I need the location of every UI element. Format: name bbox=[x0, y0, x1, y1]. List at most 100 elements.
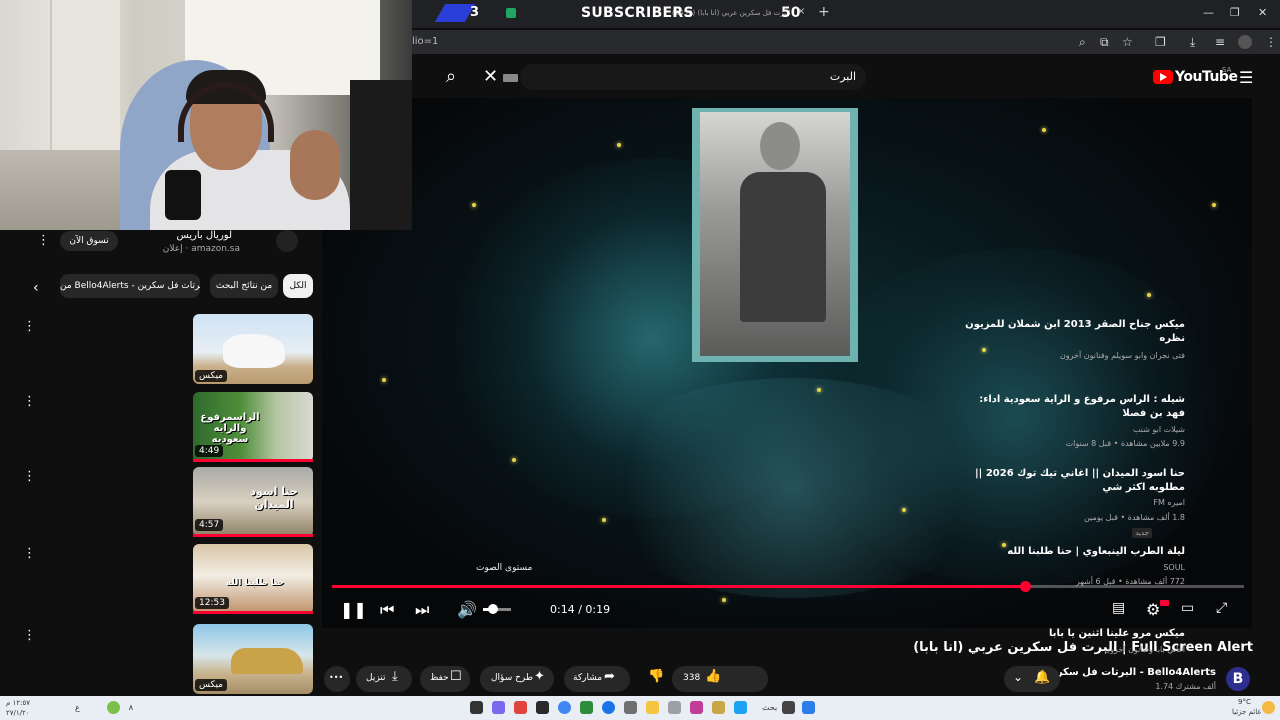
time-display: 0:14 / 0:19 bbox=[550, 603, 611, 616]
pause-icon[interactable]: ❚❚ bbox=[340, 600, 367, 619]
app-icon[interactable] bbox=[580, 701, 593, 714]
spark bbox=[1212, 203, 1216, 207]
recommendation-title[interactable]: ليلة الطرب الينبعاوي | حنا طلبنا الله bbox=[965, 545, 1185, 559]
address-bar[interactable] bbox=[412, 30, 1280, 54]
webcam-overlay bbox=[0, 0, 412, 230]
search-query[interactable]: البرت bbox=[830, 70, 856, 83]
recommendation-title[interactable]: ميكس جناح الصقر 2013 ابن شملان للمزيون ن… bbox=[965, 318, 1185, 346]
app-icon[interactable] bbox=[624, 701, 637, 714]
app-icon[interactable] bbox=[536, 701, 549, 714]
recommendation-title[interactable]: حنا اسود الميدان || اغاني تيك توك 2026 |… bbox=[965, 467, 1185, 495]
chrome-icon[interactable] bbox=[558, 701, 571, 714]
weather-desc: غائم جزئيا bbox=[1232, 708, 1262, 716]
chevron-left-icon[interactable]: ‹ bbox=[33, 280, 39, 296]
app-icon[interactable] bbox=[690, 701, 703, 714]
browser-menu-icon[interactable]: ⋮ bbox=[1265, 35, 1277, 49]
shop-now-button[interactable]: تسوق الآن bbox=[60, 231, 118, 251]
progress-scrubber[interactable] bbox=[1020, 581, 1031, 592]
start-icon[interactable] bbox=[802, 701, 815, 714]
app-icon[interactable] bbox=[734, 701, 747, 714]
profile-avatar[interactable] bbox=[1238, 35, 1252, 49]
taskbar-search[interactable]: بحث bbox=[762, 703, 777, 712]
duration-badge: 4:49 bbox=[195, 445, 224, 457]
kebab-menu-icon[interactable]: ⋮ bbox=[23, 394, 36, 409]
search-input[interactable] bbox=[520, 64, 866, 90]
recommendation-channel[interactable]: فتى نجران وابو سويلم وفنانون آخرون bbox=[1060, 351, 1185, 360]
taskbar-date[interactable]: ٢٧/١/٢٠ bbox=[6, 709, 30, 717]
kebab-menu-icon[interactable]: ⋮ bbox=[23, 469, 36, 484]
minimize-button[interactable]: — bbox=[1203, 6, 1214, 19]
subtitles-icon[interactable]: ▤ bbox=[1112, 600, 1125, 616]
kebab-menu-icon[interactable]: ⋮ bbox=[37, 233, 50, 248]
new-tab-button[interactable]: + bbox=[818, 4, 830, 20]
settings-icon[interactable]: ⚙ bbox=[1146, 600, 1160, 619]
ad-title[interactable]: لوريال باريس bbox=[176, 230, 232, 241]
input-language[interactable]: ع bbox=[75, 703, 80, 712]
download-icon[interactable]: ⤓ bbox=[1190, 35, 1195, 50]
bell-icon[interactable]: 🔔 bbox=[1034, 670, 1050, 685]
thumbnail-caption: حنا طلبنا الله bbox=[225, 578, 285, 588]
app-icon[interactable] bbox=[514, 701, 527, 714]
duration-badge: 4:57 bbox=[195, 519, 224, 531]
chevron-up-icon[interactable]: ∧ bbox=[128, 703, 134, 712]
chip-channel[interactable]: من Bello4Alerts - البرتات فل سكرين bbox=[60, 274, 200, 298]
chip-all[interactable]: الكل bbox=[283, 274, 313, 298]
next-icon[interactable]: ⏭ bbox=[415, 600, 429, 620]
app-icon[interactable] bbox=[470, 701, 483, 714]
edge-icon[interactable] bbox=[602, 701, 615, 714]
more-icon[interactable]: ••• bbox=[329, 673, 343, 682]
recommendation-channel[interactable]: اغاني بابا وفنانون آخرون bbox=[1104, 645, 1185, 654]
chevron-down-icon[interactable]: ⌄ bbox=[1013, 670, 1023, 684]
window-close-button[interactable]: ✕ bbox=[1258, 6, 1267, 19]
chip-search-results[interactable]: من نتائج البحث bbox=[210, 274, 278, 298]
channel-name[interactable]: البرتات فل سكرين - Bello4Alerts bbox=[1044, 667, 1216, 678]
url-text[interactable]: lio=1 bbox=[412, 36, 438, 47]
kebab-menu-icon[interactable]: ⋮ bbox=[23, 628, 36, 643]
taskbar-clock[interactable]: ١٢:٥٧ م bbox=[6, 699, 30, 707]
app-icon[interactable] bbox=[712, 701, 725, 714]
tab-close-icon[interactable]: × bbox=[797, 6, 805, 17]
media-control-icon[interactable]: ≡ bbox=[1215, 35, 1225, 49]
file-explorer-icon[interactable] bbox=[646, 701, 659, 714]
screen-share-icon[interactable]: ⧉ bbox=[1100, 35, 1109, 50]
app-icon[interactable] bbox=[668, 701, 681, 714]
watched-progress bbox=[193, 611, 313, 614]
menu-icon[interactable]: ☰ bbox=[1239, 68, 1253, 87]
recommendation-stats: 1.8 ألف مشاهدة • قبل يومين bbox=[1083, 513, 1185, 522]
zoom-icon[interactable]: ⌕ bbox=[1079, 35, 1086, 50]
app-icon[interactable] bbox=[492, 701, 505, 714]
recommendation-channel[interactable]: اميره FM bbox=[1153, 498, 1185, 507]
recommendation-title[interactable]: ميكس مرو علينا اثنين يا بابا bbox=[965, 627, 1185, 641]
streamer-hand bbox=[290, 130, 340, 200]
bookmark-star-icon[interactable]: ☆ bbox=[1122, 35, 1133, 49]
weather-icon[interactable] bbox=[1262, 701, 1275, 714]
recommendation-channel[interactable]: SOUL bbox=[1163, 563, 1185, 572]
previous-icon[interactable]: ⏮ bbox=[380, 600, 394, 620]
channel-subscribers: 1.74 ألف مشترك bbox=[1155, 682, 1216, 691]
volume-knob[interactable] bbox=[488, 604, 498, 614]
horse-shape bbox=[223, 334, 285, 368]
search-icon[interactable] bbox=[782, 701, 795, 714]
maximize-button[interactable]: ❐ bbox=[1230, 6, 1240, 19]
spark bbox=[982, 348, 986, 352]
theater-icon[interactable]: ▭ bbox=[1181, 600, 1194, 616]
kebab-menu-icon[interactable]: ⋮ bbox=[23, 546, 36, 561]
search-icon[interactable]: ⌕ bbox=[446, 66, 456, 87]
recommendation-channel[interactable]: شيلات ابو شنب bbox=[1133, 425, 1185, 434]
spark bbox=[1042, 128, 1046, 132]
extensions-icon[interactable]: ❐ bbox=[1155, 35, 1166, 49]
dislike-icon[interactable]: 👎 bbox=[648, 669, 664, 684]
keyboard-icon[interactable] bbox=[503, 74, 518, 82]
fullscreen-icon[interactable]: ⤢ bbox=[1216, 600, 1227, 616]
recommendation-stats: 9.9 ملايين مشاهدة • قبل 8 سنوات bbox=[1065, 439, 1185, 448]
share-label: مشاركة bbox=[573, 673, 603, 683]
tray-icon[interactable] bbox=[107, 701, 120, 714]
drive-icon[interactable] bbox=[506, 8, 516, 18]
kebab-menu-icon[interactable]: ⋮ bbox=[23, 319, 36, 334]
recommendation-title[interactable]: شيله : الراس مرفوع و الراية سعودية اداء:… bbox=[965, 393, 1185, 421]
volume-icon[interactable]: 🔊 bbox=[457, 600, 477, 619]
like-icon[interactable]: 👍 bbox=[705, 669, 721, 684]
close-icon[interactable]: ✕ bbox=[483, 66, 498, 87]
channel-avatar[interactable]: B bbox=[1226, 667, 1250, 691]
weather-temp[interactable]: 9°C bbox=[1238, 698, 1251, 706]
